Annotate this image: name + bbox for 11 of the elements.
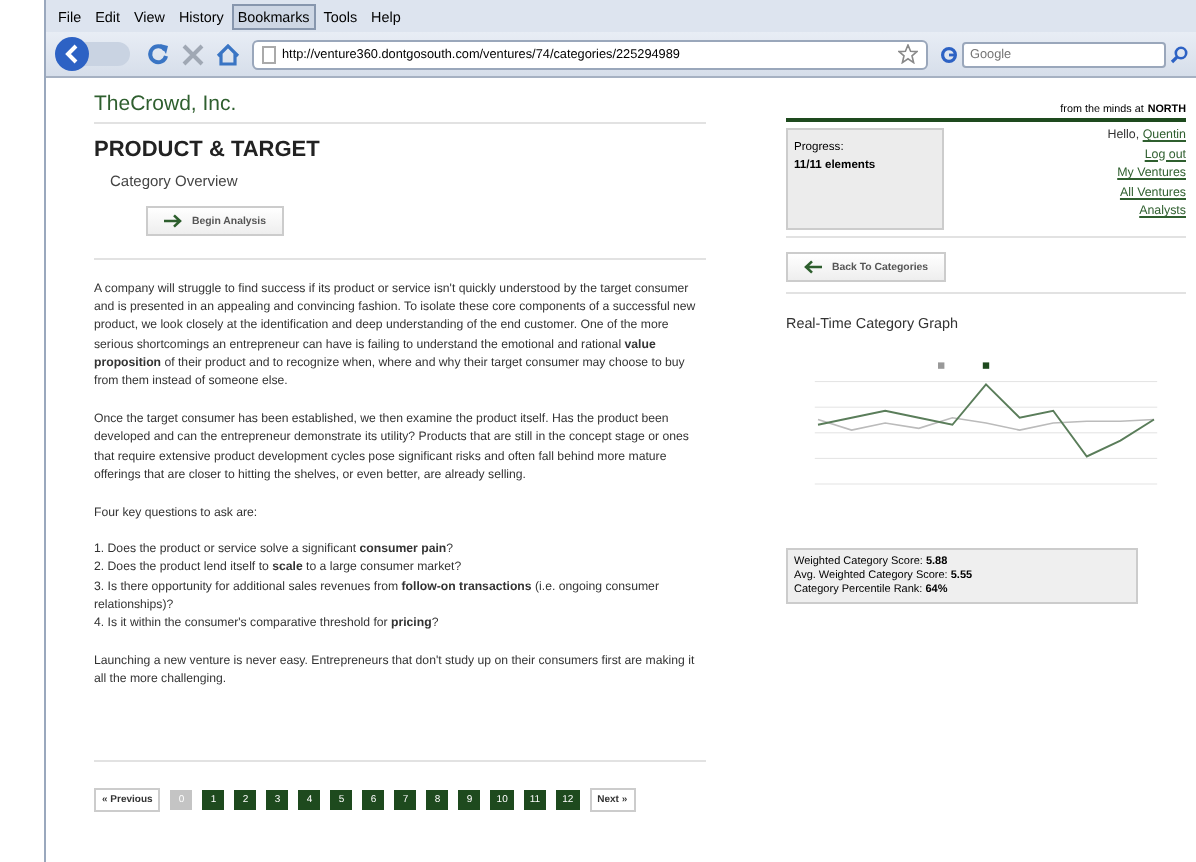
home-icon[interactable]: [216, 43, 240, 65]
legend-swatch: [938, 362, 945, 369]
company-name: TheCrowd, Inc.: [94, 92, 239, 116]
back-icon[interactable]: [54, 36, 134, 72]
arrow-right-icon: [164, 214, 182, 228]
search-icon[interactable]: [1170, 45, 1188, 63]
page-title: PRODUCT & TARGET: [94, 138, 322, 162]
arrow-left-icon: [804, 260, 822, 274]
search-engine-icon[interactable]: [940, 45, 958, 63]
legend-swatch: [982, 362, 990, 369]
reload-icon[interactable]: [146, 42, 170, 66]
